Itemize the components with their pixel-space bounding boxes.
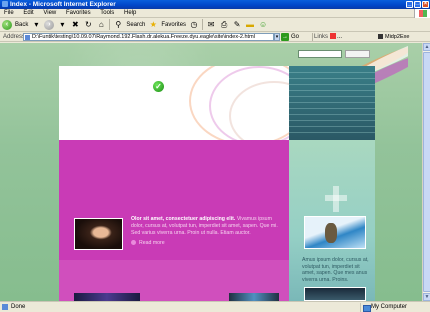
site-search-button[interactable] <box>345 50 370 58</box>
refresh-icon[interactable]: ↻ <box>83 20 93 30</box>
menu-view[interactable]: View <box>43 10 56 16</box>
favorites-button[interactable]: Favorites <box>161 22 186 28</box>
page-icon <box>2 304 8 310</box>
stop-icon[interactable]: ✖ <box>70 20 80 30</box>
title-bar: Index - Microsoft Internet Explorer _ □ … <box>0 0 430 9</box>
toolbar-divider <box>109 19 111 30</box>
history-icon[interactable]: ◷ <box>189 20 199 30</box>
menu-file[interactable]: File <box>4 10 14 16</box>
scroll-up-icon[interactable]: ▲ <box>423 43 430 51</box>
links-label[interactable]: Links <box>314 32 328 42</box>
site-search-input[interactable] <box>298 50 342 58</box>
article-lead: Olor sit amet, consectetuer adipiscing e… <box>131 216 236 222</box>
scroll-thumb[interactable] <box>423 52 430 292</box>
back-icon[interactable]: ‹ <box>2 19 12 30</box>
links-bar-button[interactable]: ... <box>330 32 342 42</box>
hero-swirl-graphic <box>169 66 289 140</box>
links-bar-icon <box>330 33 336 40</box>
menu-bar: File Edit View Favorites Tools Help <box>0 9 430 18</box>
search-button[interactable]: Search <box>126 22 145 28</box>
star-icon[interactable]: ★ <box>148 20 158 30</box>
minimize-button[interactable]: _ <box>406 1 413 8</box>
close-button[interactable]: × <box>422 1 429 8</box>
status-text: Done <box>11 304 26 310</box>
address-dropdown-icon[interactable]: ▾ <box>274 33 280 41</box>
toolbar: ‹ Back ▾ › ▾ ✖ ↻ ⌂ ⚲ Search ★ Favorites … <box>0 18 430 32</box>
search-icon[interactable]: ⚲ <box>113 20 123 30</box>
sidebar-image-lower[interactable] <box>304 287 366 301</box>
thumbnail-image[interactable] <box>229 293 279 301</box>
menu-tools[interactable]: Tools <box>100 10 114 16</box>
vertical-scrollbar[interactable]: ▲ ▼ <box>422 43 430 301</box>
read-more-link[interactable]: Read more <box>131 240 165 246</box>
thumbnail-image[interactable] <box>74 293 140 301</box>
teal-lines-panel <box>289 66 375 140</box>
article-text: Olor sit amet, consectetuer adipiscing e… <box>131 216 281 236</box>
address-bar: Address D:\Funtik\testing\10.09.07\Raymo… <box>0 32 430 50</box>
read-more-label: Read more <box>139 240 165 246</box>
edit-icon[interactable]: ✎ <box>232 20 242 30</box>
menu-favorites[interactable]: Favorites <box>66 10 91 16</box>
windows-logo-icon <box>414 9 430 18</box>
go-arrow-icon[interactable]: → <box>281 33 289 41</box>
status-bar: Done My Computer <box>0 301 430 312</box>
forward-icon[interactable]: › <box>44 19 55 30</box>
ie-icon <box>2 1 8 7</box>
chevron-down-icon[interactable]: ▾ <box>57 20 67 30</box>
go-button[interactable]: Go <box>291 32 299 42</box>
toolbar-divider <box>202 19 204 30</box>
maximize-button[interactable]: □ <box>414 1 421 8</box>
menu-edit[interactable]: Edit <box>23 10 33 16</box>
window-title: Index - Microsoft Internet Explorer <box>10 1 116 8</box>
back-button[interactable]: Back <box>15 22 28 28</box>
mail-icon[interactable]: ✉ <box>206 20 216 30</box>
links-bar-button-label: ... <box>337 34 343 40</box>
address-label: Address <box>3 34 26 40</box>
sidebar-image[interactable] <box>304 216 366 249</box>
cross-graphic <box>325 186 347 212</box>
chevron-down-icon[interactable]: ▾ <box>31 20 41 30</box>
sidebar-text: Amus ipsum dolor, cursus at, volutpat tu… <box>302 257 369 283</box>
article-photo[interactable] <box>74 218 123 250</box>
checkmark-icon: ✓ <box>153 81 164 92</box>
scroll-down-icon[interactable]: ▼ <box>423 293 430 301</box>
address-input[interactable]: D:\Funtik\testing\10.09.07\Raymond.192.F… <box>23 33 274 41</box>
print-icon[interactable]: ⎙ <box>219 20 229 30</box>
links-divider <box>312 33 313 41</box>
menu-help[interactable]: Help <box>124 10 136 16</box>
messenger-icon[interactable]: ☺ <box>258 20 268 30</box>
zone-indicator: My Computer <box>360 303 430 312</box>
window-controls: _ □ × <box>406 1 429 8</box>
home-icon[interactable]: ⌂ <box>96 20 106 30</box>
folder-icon[interactable]: ▬ <box>245 20 255 30</box>
hero-banner: ✓ <box>59 66 289 140</box>
